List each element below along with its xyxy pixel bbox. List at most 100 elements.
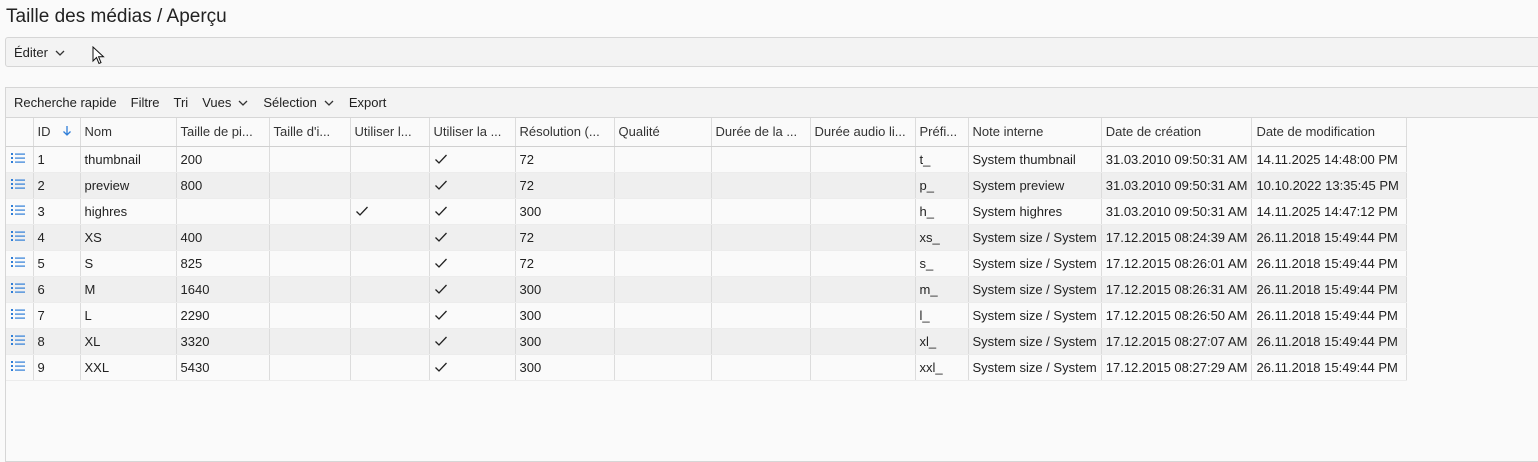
list-icon (11, 256, 25, 267)
cell-internal-note: System size / System (968, 224, 1102, 251)
row-menu-cell[interactable] (6, 198, 34, 225)
cell-created: 17.12.2015 08:26:01 AM (1101, 250, 1253, 277)
header-created[interactable]: Date de création (1101, 118, 1253, 147)
cell-id: 4 (33, 224, 81, 251)
cell-id: 7 (33, 302, 81, 329)
row-menu-cell[interactable] (6, 224, 34, 251)
checkmark-icon (355, 206, 368, 216)
cell-use-l (350, 250, 430, 277)
mouse-cursor-icon (92, 46, 105, 65)
row-menu-cell[interactable] (6, 172, 34, 199)
cell-use-la (429, 172, 516, 199)
cell-audio-duration (810, 250, 916, 277)
row-menu-cell[interactable] (6, 328, 34, 355)
checkmark-icon (434, 310, 447, 320)
cell-use-la (429, 250, 516, 277)
table-row[interactable]: 3 highres 300 h_ System highres 31.03.2010 09… (6, 198, 1416, 225)
cell-quality (614, 354, 712, 381)
cell-created: 31.03.2010 09:50:31 AM (1101, 172, 1253, 199)
header-id[interactable]: ID (33, 118, 81, 147)
row-menu-cell[interactable] (6, 146, 34, 173)
table-row[interactable]: 5 S 825 72 s_ System size / System 17.12.2015 … (6, 250, 1416, 277)
header-duration[interactable]: Durée de la ... (711, 118, 811, 147)
cell-created: 17.12.2015 08:24:39 AM (1101, 224, 1253, 251)
cell-quality (614, 224, 712, 251)
chevron-down-icon (55, 50, 65, 56)
table-body: 1 thumbnail 200 72 t_ System thumbnail 31.03.2… (6, 146, 1416, 381)
cell-duration (711, 172, 811, 199)
quick-search-button[interactable]: Recherche rapide (14, 95, 117, 110)
cell-quality (614, 146, 712, 173)
row-menu-cell[interactable] (6, 302, 34, 329)
header-use-l[interactable]: Utiliser l... (350, 118, 430, 147)
filter-button[interactable]: Filtre (131, 95, 160, 110)
cell-modified: 14.11.2025 14:47:12 PM (1251, 198, 1408, 225)
cell-id: 9 (33, 354, 81, 381)
cell-duration (711, 354, 811, 381)
cell-resolution: 300 (515, 354, 615, 381)
list-icon (11, 282, 25, 293)
views-label: Vues (202, 95, 232, 110)
cell-prefix: p_ (915, 172, 969, 199)
cell-created: 17.12.2015 08:26:50 AM (1101, 302, 1253, 329)
header-name[interactable]: Nom (80, 118, 177, 147)
list-icon (11, 230, 25, 241)
cell-resolution: 72 (515, 224, 615, 251)
cell-audio-duration (810, 146, 916, 173)
cell-use-la (429, 146, 516, 173)
checkmark-icon (434, 258, 447, 268)
header-resolution[interactable]: Résolution (... (515, 118, 615, 147)
cell-duration (711, 328, 811, 355)
header-pixel-size[interactable]: Taille de pi... (176, 118, 270, 147)
cell-prefix: l_ (915, 302, 969, 329)
checkmark-icon (434, 284, 447, 294)
header-quality[interactable]: Qualité (614, 118, 712, 147)
table-row[interactable]: 8 XL 3320 300 xl_ System size / System 17.12.2… (6, 328, 1416, 355)
table-row[interactable]: 1 thumbnail 200 72 t_ System thumbnail 31.03.2… (6, 146, 1416, 173)
cell-duration (711, 224, 811, 251)
cell-name: S (80, 250, 177, 277)
header-internal-note[interactable]: Note interne (968, 118, 1102, 147)
cell-use-l (350, 224, 430, 251)
cell-internal-note: System size / System (968, 354, 1102, 381)
sort-button[interactable]: Tri (174, 95, 189, 110)
cell-use-la (429, 198, 516, 225)
cell-image-size (269, 172, 351, 199)
header-image-size[interactable]: Taille d'i... (269, 118, 351, 147)
cell-resolution: 72 (515, 250, 615, 277)
checkmark-icon (434, 232, 447, 242)
cell-prefix: xxl_ (915, 354, 969, 381)
row-menu-cell[interactable] (6, 250, 34, 277)
cell-use-l (350, 198, 430, 225)
cell-use-la (429, 276, 516, 303)
table-row[interactable]: 9 XXL 5430 300 xxl_ System size / System 17.12… (6, 354, 1416, 381)
header-use-la[interactable]: Utiliser la ... (429, 118, 516, 147)
header-audio-duration[interactable]: Durée audio li... (810, 118, 916, 147)
row-menu-cell[interactable] (6, 354, 34, 381)
cell-created: 17.12.2015 08:27:07 AM (1101, 328, 1253, 355)
row-menu-cell[interactable] (6, 276, 34, 303)
table-row[interactable]: 4 XS 400 72 xs_ System size / System 17.12.201… (6, 224, 1416, 251)
export-button[interactable]: Export (349, 95, 387, 110)
header-prefix[interactable]: Préfi... (915, 118, 969, 147)
cell-pixel-size: 825 (176, 250, 270, 277)
cell-internal-note: System size / System (968, 328, 1102, 355)
table-row[interactable]: 2 preview 800 72 p_ System preview 31.03.2010 … (6, 172, 1416, 199)
cell-prefix: s_ (915, 250, 969, 277)
cell-audio-duration (810, 224, 916, 251)
edit-menu-button[interactable]: Éditer (14, 45, 66, 60)
cell-use-la (429, 302, 516, 329)
selection-menu-button[interactable]: Sélection (263, 95, 334, 110)
cell-duration (711, 250, 811, 277)
media-size-grid: ID Nom Taille de pi... Taille d'i... Uti… (5, 117, 1538, 462)
cell-name: preview (80, 172, 177, 199)
cell-name: XXL (80, 354, 177, 381)
table-row[interactable]: 7 L 2290 300 l_ System size / System 17.12.201… (6, 302, 1416, 329)
arrow-down-icon (63, 126, 72, 137)
cell-modified: 10.10.2022 13:35:45 PM (1251, 172, 1408, 199)
table-row[interactable]: 6 M 1640 300 m_ System size / System 17.12.201… (6, 276, 1416, 303)
views-menu-button[interactable]: Vues (202, 95, 249, 110)
media-size-table: ID Nom Taille de pi... Taille d'i... Uti… (6, 118, 1416, 381)
header-modified[interactable]: Date de modification (1251, 118, 1408, 147)
cell-pixel-size (176, 198, 270, 225)
